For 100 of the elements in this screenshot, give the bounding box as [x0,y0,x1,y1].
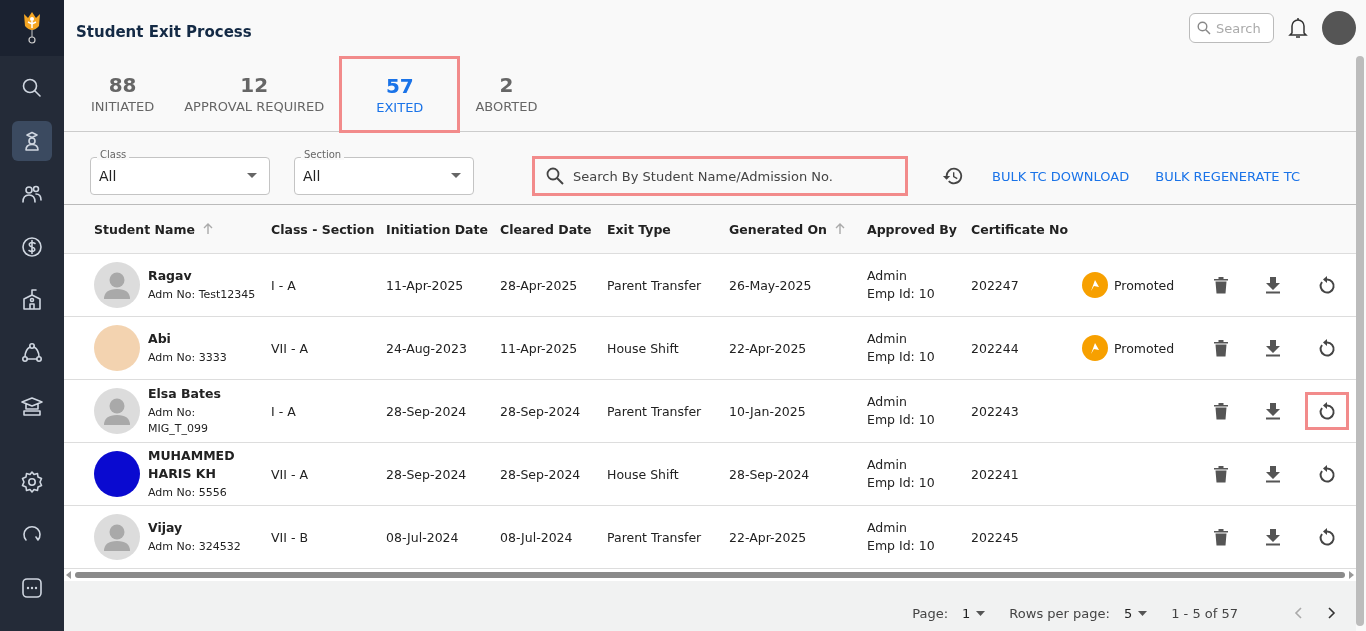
employee-id: Emp Id: 10 [867,411,935,429]
download-icon[interactable] [1265,276,1281,294]
filter-dropdown[interactable]: All [90,157,270,195]
table-cell: 22-Apr-2025 [729,529,807,545]
table-cell: 28-Sep-2024 [386,466,467,482]
table-cell: Parent Transfer [607,529,702,545]
column-header[interactable]: Student Name [94,221,271,237]
table-cell: 08-Jul-2024 [500,529,573,545]
regenerate-icon [1318,527,1336,547]
download-icon[interactable] [1265,528,1281,546]
admission-number: Adm No: MIG_T_099 [148,405,209,437]
student-name: Elsa Bates [148,385,221,403]
scroll-left-icon[interactable] [66,571,72,579]
column-header[interactable]: Class - Section [271,221,386,237]
promoted-icon [1082,335,1108,361]
status-tab[interactable]: 12 APPROVAL REQUIRED [169,56,340,131]
student-name: Vijay [148,519,184,537]
bulk-action-button[interactable]: BULK REGENERATE TC [1155,168,1300,184]
next-page-icon[interactable] [1328,607,1336,619]
table-cell: 11-Apr-2025 [500,340,578,356]
delete-icon[interactable] [1213,465,1229,483]
column-header[interactable]: Approved By [867,221,971,237]
column-header[interactable]: Cleared Date [500,221,607,237]
dropdown-label: Section [301,149,345,160]
student-search-field[interactable]: Search By Student Name/Admission No. [532,156,908,196]
employee-id: Emp Id: 10 [867,474,935,492]
table-cell: House Shift [607,466,679,482]
more-icon [20,576,44,600]
promoted-icon [1082,272,1108,298]
table-cell: 11-Apr-2025 [386,277,464,293]
download-icon[interactable] [1265,402,1281,420]
table-cell: 08-Jul-2024 [386,529,459,545]
download-icon[interactable] [1265,339,1281,357]
regenerate-icon [1318,401,1336,421]
dropdown-value: All [303,168,321,184]
dollar-icon [20,235,44,259]
graduation-cap-icon [20,394,44,418]
delete-icon[interactable] [1213,339,1229,357]
history-icon[interactable] [942,165,964,187]
dropdown-value: All [99,168,117,184]
logo-icon [22,10,42,46]
admission-number: Adm No: Test12345 [148,287,256,303]
filter-dropdown[interactable]: All [294,157,474,195]
column-header[interactable]: Certificate No [971,221,1082,237]
tab-label: ABORTED [475,99,538,114]
caret-icon [976,610,986,616]
tab-count: 57 [385,74,414,98]
tab-label: EXITED [376,100,424,115]
sidebar-item[interactable] [12,121,52,161]
approver-name: Admin [867,393,907,411]
column-header[interactable]: Initiation Date [386,221,500,237]
table-cell: House Shift [607,340,679,356]
scrollbar-thumb[interactable] [1356,56,1364,626]
scroll-right-icon[interactable] [1348,571,1354,579]
page-title: Student Exit Process [76,23,252,41]
table-cell: I - A [271,403,296,419]
delete-icon[interactable] [1213,402,1229,420]
approver-name: Admin [867,519,907,537]
delete-icon[interactable] [1213,276,1229,294]
caret-icon [247,173,257,179]
settings-icon [20,470,44,494]
table-cell: 24-Aug-2023 [386,340,467,356]
page-label: Page: [912,605,949,621]
column-header[interactable]: Exit Type [607,221,729,237]
page-dropdown[interactable]: 1 [962,605,986,621]
search-field[interactable]: Search [1189,13,1274,43]
search-icon [20,76,44,100]
search-icon [546,167,564,185]
bulk-action-button[interactable]: BULK TC DOWNLOAD [992,168,1130,184]
approver-name: Admin [867,330,907,348]
regenerate-button[interactable] [1305,392,1349,430]
status-tab[interactable]: 2 ABORTED [460,56,553,131]
regenerate-icon [1318,464,1336,484]
table-cell: 10-Jan-2025 [729,403,806,419]
school-building-icon [20,288,44,312]
table-cell: 202245 [971,529,1019,545]
employee-id: Emp Id: 10 [867,537,935,555]
delete-icon[interactable] [1213,528,1229,546]
network-icon [20,341,44,365]
table-cell: VII - A [271,466,308,482]
user-avatar[interactable] [1322,11,1356,45]
column-header[interactable]: Generated On [729,221,867,237]
table-cell: 28-Apr-2025 [500,277,578,293]
table-cell: VII - A [271,340,308,356]
approver-name: Admin [867,456,907,474]
student-name: Ragav [148,267,193,285]
rows-per-page-dropdown[interactable]: 5 [1123,605,1148,621]
scrollbar-thumb[interactable] [75,572,1345,578]
dropdown-label: Class [97,149,130,160]
table-cell: 26-May-2025 [729,277,812,293]
table-cell: VII - B [271,529,308,545]
student-name: Abi [148,330,172,348]
status-tab[interactable]: 88 INITIATED [76,56,170,131]
tab-count: 2 [499,73,514,97]
employee-id: Emp Id: 10 [867,285,935,303]
table-cell: I - A [271,277,296,293]
download-icon[interactable] [1265,465,1281,483]
notification-bell-icon[interactable] [1288,17,1308,39]
status-tab[interactable]: 57 EXITED [339,56,461,133]
approver-name: Admin [867,267,907,285]
